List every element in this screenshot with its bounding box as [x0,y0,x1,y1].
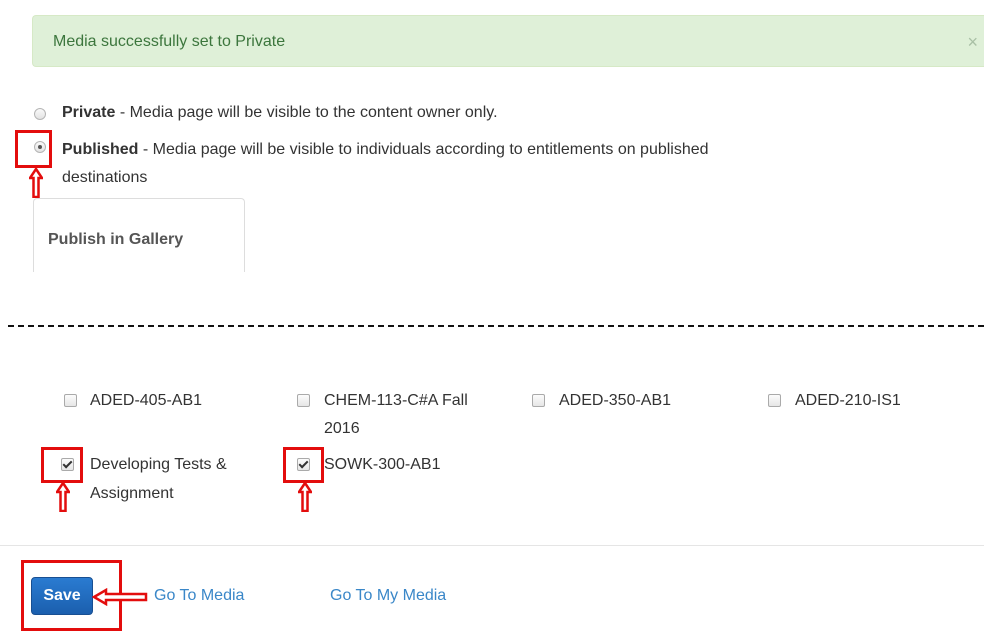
go-to-media-link[interactable]: Go To Media [154,584,244,608]
course-label: ADED-350-AB1 [559,392,672,409]
published-option-text: Published - Media page will be visible t… [62,138,709,162]
course-checkbox-aded-405[interactable] [64,394,77,407]
section-divider [8,325,984,327]
annotation-box-developing-tests [41,447,83,483]
course-label: ADED-405-AB1 [90,392,203,409]
private-radio[interactable] [34,108,46,120]
success-alert: Media successfully set to Private × [32,15,984,67]
published-title: Published [62,141,139,158]
private-desc: - Media page will be visible to the cont… [115,104,498,121]
footer-divider [0,545,984,546]
annotation-up-arrow-icon [29,168,43,198]
course-label: SOWK-300-AB1 [324,456,441,473]
course-label-line2: Assignment [90,485,174,502]
annotation-up-arrow-icon [298,482,312,512]
published-desc: - Media page will be visible to individu… [138,141,709,158]
course-label: Developing Tests & [90,456,227,473]
course-label: CHEM-113-C#A Fall [324,392,468,409]
course-checkbox-aded-210[interactable] [768,394,781,407]
tab-publish-in-gallery[interactable]: Publish in Gallery [33,198,245,272]
annotation-up-arrow-icon [56,482,70,512]
course-checkbox-aded-350[interactable] [532,394,545,407]
course-label-line2: 2016 [324,420,360,437]
private-option-text: Private - Media page will be visible to … [62,101,498,125]
tab-label: Publish in Gallery [48,231,184,248]
alert-message: Media successfully set to Private [53,33,286,50]
published-desc-line2: destinations [62,169,148,186]
annotation-box-published [15,130,52,168]
course-label: ADED-210-IS1 [795,392,901,409]
go-to-my-media-link[interactable]: Go To My Media [330,584,446,608]
private-title: Private [62,104,116,121]
course-checkbox-chem-113[interactable] [297,394,310,407]
annotation-left-arrow-icon [92,588,148,606]
close-icon[interactable]: × [967,16,978,68]
annotation-box-sowk-300 [283,447,324,483]
